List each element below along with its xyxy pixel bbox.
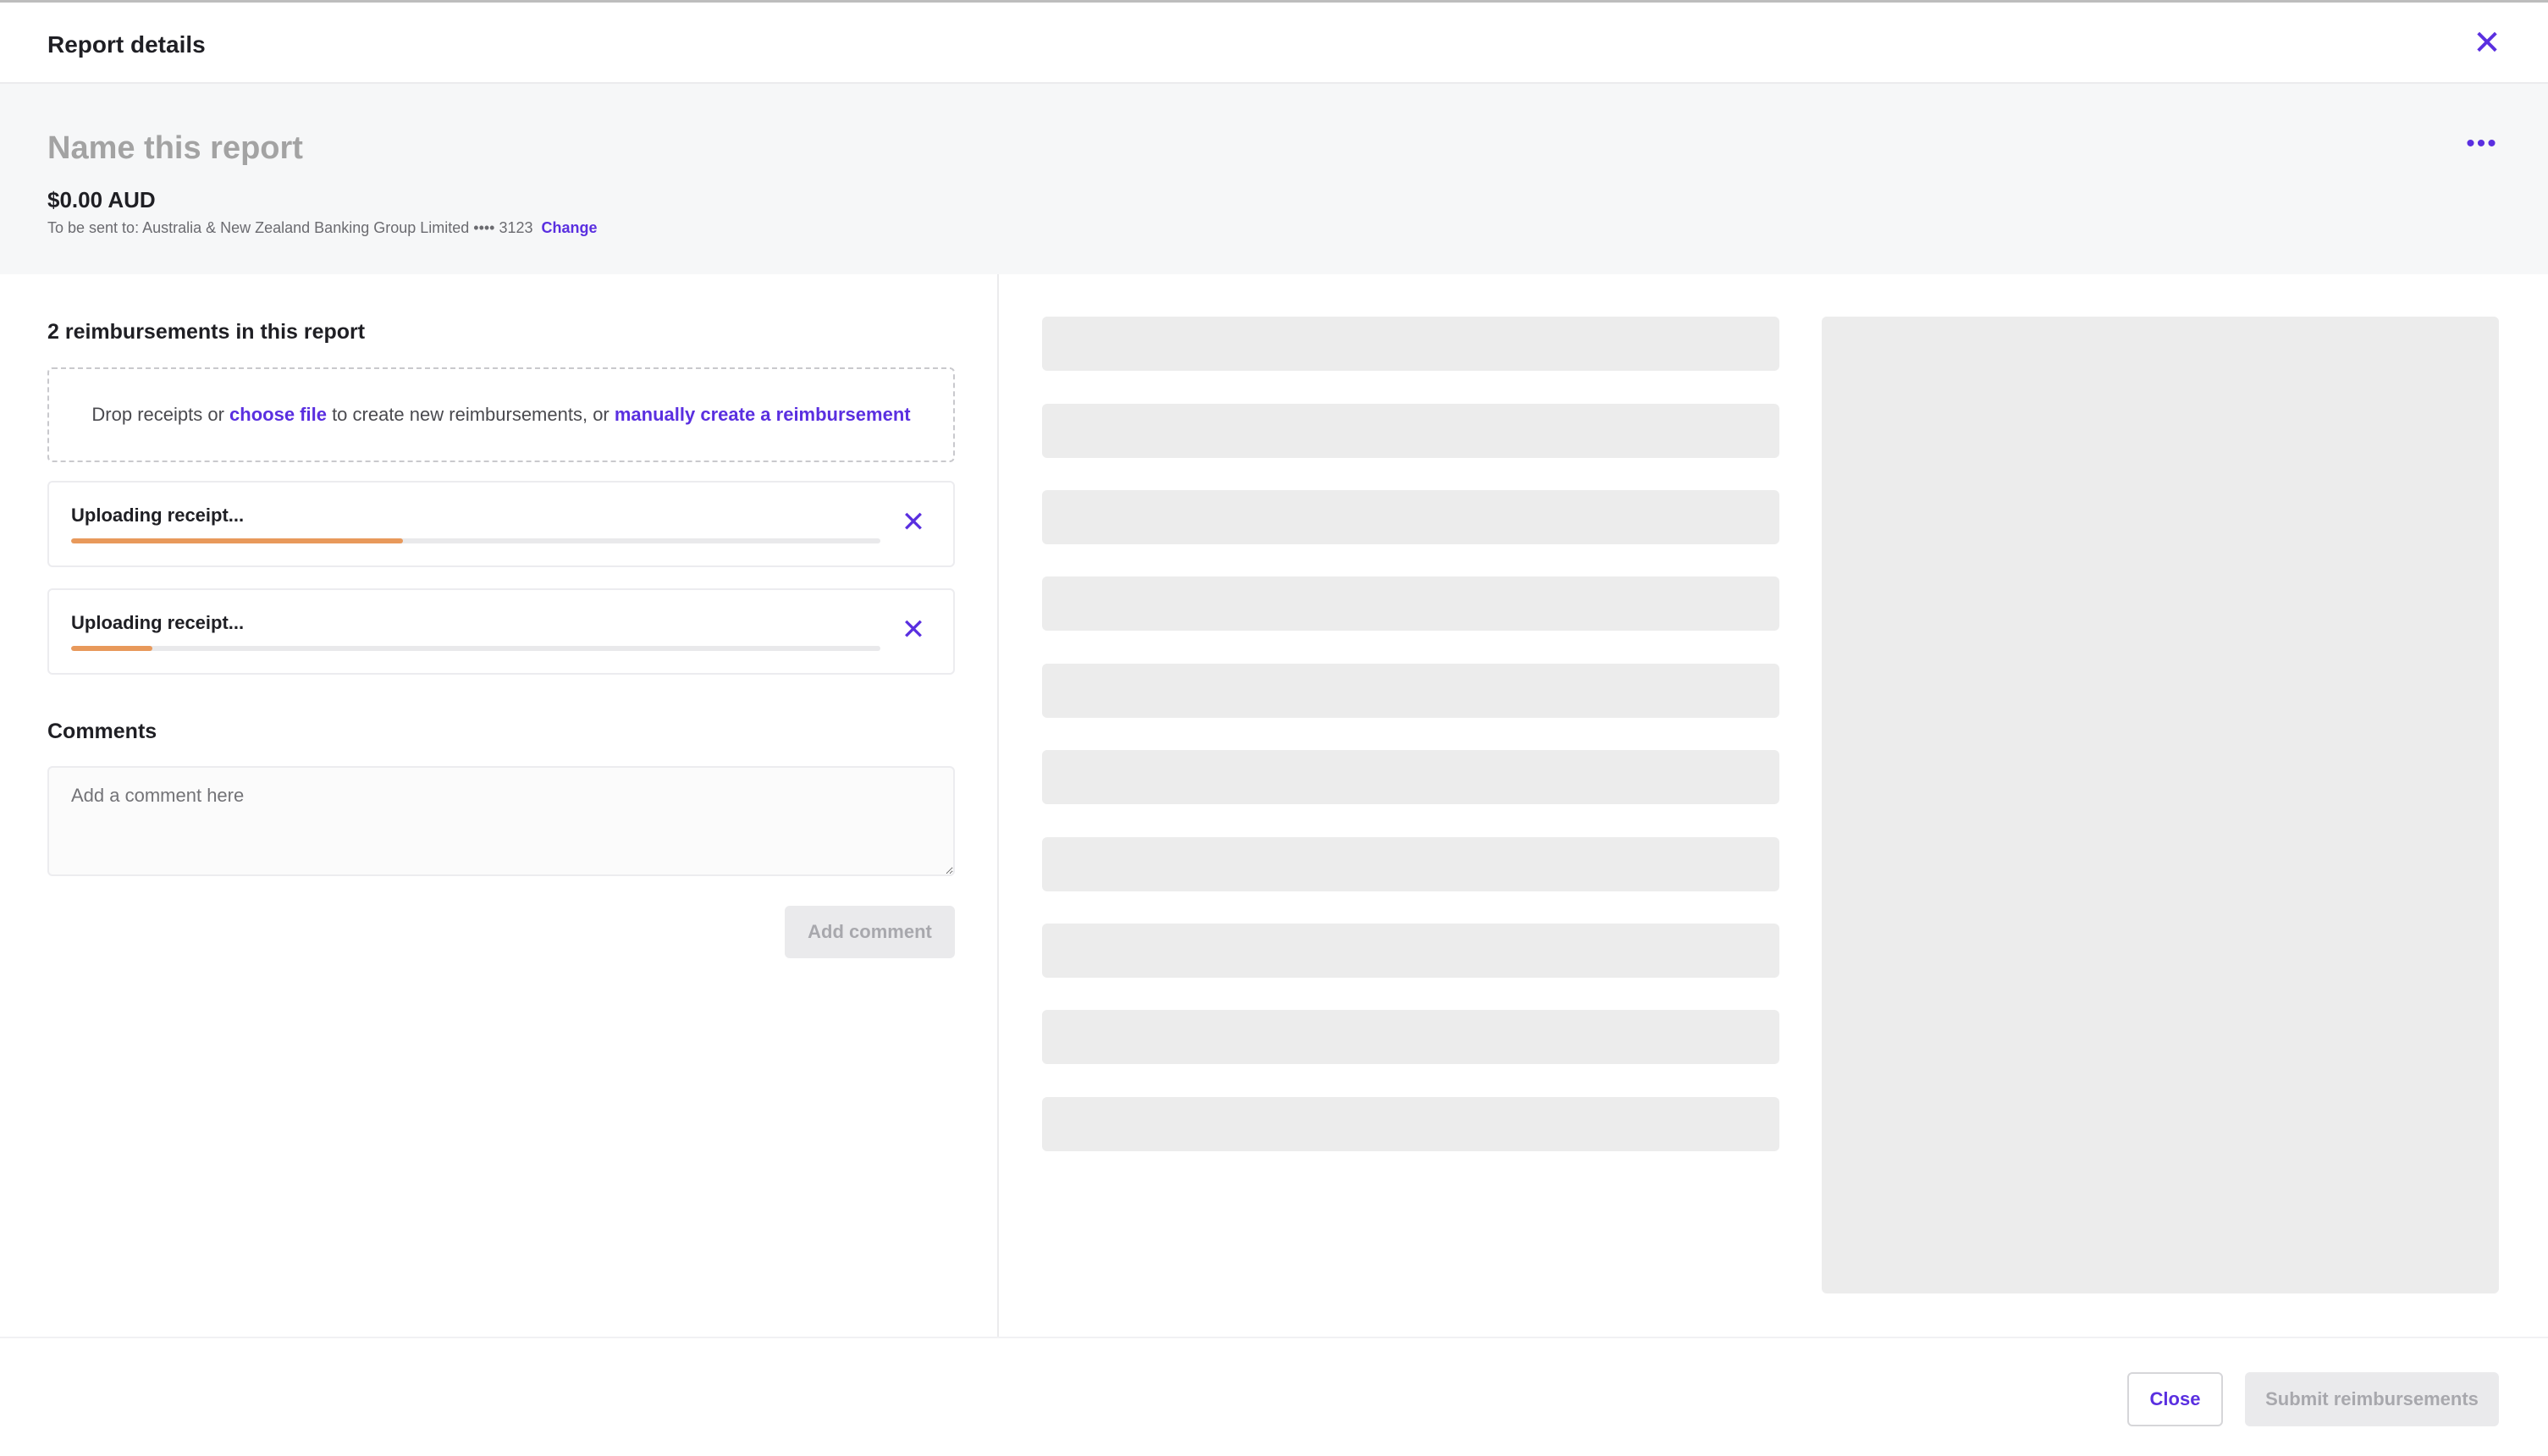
choose-file-link[interactable]: choose file — [229, 404, 327, 425]
skeleton-field — [1042, 664, 1779, 718]
skeleton-field — [1042, 837, 1779, 891]
more-options-icon[interactable]: ••• — [2458, 131, 2506, 162]
skeleton-field — [1042, 1097, 1779, 1151]
upload-progress-fill — [71, 538, 403, 543]
page-title: Report details — [47, 31, 206, 58]
skeleton-field — [1042, 924, 1779, 978]
upload-progress-bar — [71, 538, 880, 543]
cancel-upload-icon[interactable]: ✕ — [899, 508, 928, 537]
send-to-info: To be sent to: Australia & New Zealand B… — [47, 219, 598, 237]
upload-item: Uploading receipt... ✕ — [47, 588, 955, 675]
modal-header: Report details ✕ — [0, 3, 2548, 84]
report-name-input[interactable] — [47, 124, 1233, 172]
cancel-upload-icon[interactable]: ✕ — [899, 615, 928, 644]
add-comment-button[interactable]: Add comment — [785, 906, 955, 958]
upload-progress-bar — [71, 646, 880, 651]
comments-title: Comments — [47, 720, 157, 743]
upload-progress-fill — [71, 646, 152, 651]
submit-reimbursements-button[interactable]: Submit reimbursements — [2245, 1372, 2499, 1426]
report-summary: ••• $0.00 AUD To be sent to: Australia &… — [0, 84, 2548, 274]
send-to-text: To be sent to: Australia & New Zealand B… — [47, 219, 533, 236]
skeleton-receipt-preview — [1822, 317, 2499, 1293]
skeleton-field — [1042, 490, 1779, 544]
skeleton-field — [1042, 404, 1779, 458]
receipt-dropzone[interactable]: Drop receipts or choose file to create n… — [47, 367, 955, 462]
modal-footer: Close Submit reimbursements — [0, 1337, 2548, 1456]
upload-label: Uploading receipt... — [71, 612, 245, 633]
skeleton-field — [1042, 1010, 1779, 1064]
skeleton-field — [1042, 750, 1779, 804]
reimbursements-panel: 2 reimbursements in this report Drop rec… — [0, 274, 999, 1337]
skeleton-field — [1042, 317, 1779, 371]
comment-textarea[interactable] — [47, 766, 955, 876]
close-icon[interactable]: ✕ — [2472, 26, 2502, 60]
reimbursements-title: 2 reimbursements in this report — [47, 320, 366, 344]
manual-create-link[interactable]: manually create a reimbursement — [615, 404, 911, 425]
skeleton-field — [1042, 576, 1779, 631]
close-button[interactable]: Close — [2127, 1372, 2223, 1426]
dropzone-text-before: Drop receipts or — [91, 404, 230, 425]
dropzone-text-middle: to create new reimbursements, or — [326, 404, 615, 425]
change-link[interactable]: Change — [542, 219, 598, 236]
upload-label: Uploading receipt... — [71, 505, 245, 526]
upload-item: Uploading receipt... ✕ — [47, 481, 955, 567]
report-amount: $0.00 AUD — [47, 187, 156, 212]
